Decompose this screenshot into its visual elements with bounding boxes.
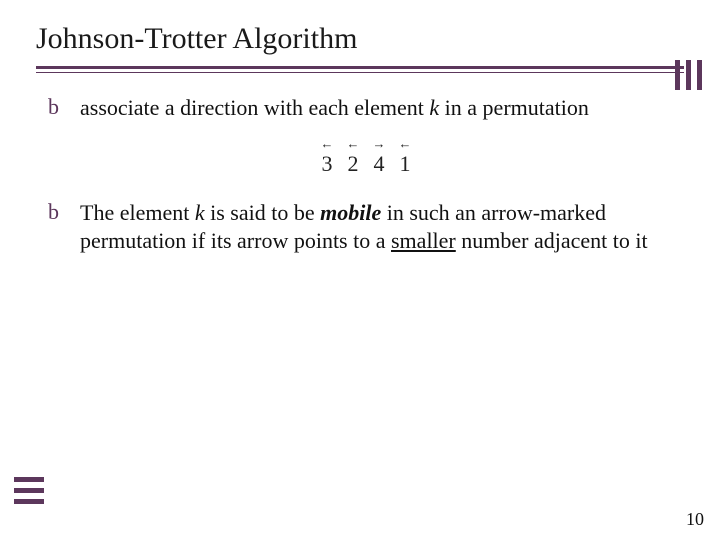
- term-smaller: smaller: [391, 228, 456, 253]
- bullet-item-1: b associate a direction with each elemen…: [48, 94, 684, 123]
- perm-digit: ← 2: [345, 139, 361, 177]
- decor-bar-icon: [14, 477, 44, 482]
- arrow-left-icon: ←: [399, 137, 412, 150]
- digit-value: 3: [322, 151, 333, 176]
- digit-value: 2: [348, 151, 359, 176]
- text-segment: in a permutation: [439, 95, 589, 120]
- arrow-left-icon: ←: [321, 137, 334, 150]
- page-number: 10: [686, 509, 704, 530]
- text-segment: is said to be: [205, 200, 321, 225]
- permutation-illustration: ← 3 ← 2 → 4 ← 1: [48, 139, 684, 177]
- text-segment: number adjacent to it: [456, 228, 648, 253]
- bullet-text: The element k is said to be mobile in su…: [80, 199, 684, 256]
- perm-digit: ← 1: [397, 139, 413, 177]
- decor-bar-icon: [697, 60, 702, 90]
- arrow-left-icon: ←: [347, 137, 360, 150]
- rule-thick: [36, 66, 684, 69]
- decor-bar-icon: [14, 488, 44, 493]
- content-area: b associate a direction with each elemen…: [36, 94, 684, 256]
- bullet-item-2: b The element k is said to be mobile in …: [48, 199, 684, 256]
- text-segment: associate a direction with each element: [80, 95, 429, 120]
- rule-thin: [36, 72, 684, 73]
- variable-k: k: [429, 95, 439, 120]
- variable-k: k: [195, 200, 205, 225]
- decor-bar-icon: [14, 499, 44, 504]
- slide: Johnson-Trotter Algorithm b associate a …: [0, 0, 720, 540]
- perm-digit: → 4: [371, 139, 387, 177]
- decoration-bottom-left: [14, 477, 44, 504]
- arrow-right-icon: →: [373, 137, 386, 150]
- term-mobile: mobile: [320, 200, 381, 225]
- bullet-text: associate a direction with each element …: [80, 94, 589, 123]
- permutation: ← 3 ← 2 → 4 ← 1: [319, 139, 413, 177]
- slide-title: Johnson-Trotter Algorithm: [36, 22, 684, 56]
- perm-digit: ← 3: [319, 139, 335, 177]
- decor-bar-icon: [686, 60, 691, 90]
- decoration-top-right: [675, 60, 702, 90]
- decor-bar-icon: [675, 60, 680, 90]
- digit-value: 4: [374, 151, 385, 176]
- digit-value: 1: [400, 151, 411, 176]
- bullet-symbol: b: [48, 94, 80, 120]
- title-rule: [36, 66, 684, 76]
- text-segment: The element: [80, 200, 195, 225]
- bullet-symbol: b: [48, 199, 80, 225]
